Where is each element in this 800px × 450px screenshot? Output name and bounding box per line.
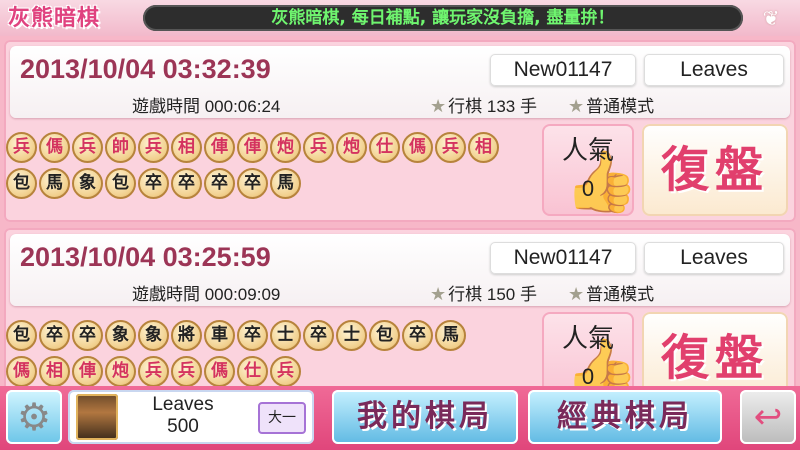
chess-piece: 仕 [237,356,268,387]
wings-icon: ❦ [762,6,780,30]
chess-piece: 卒 [237,168,268,199]
chess-piece: 俥 [72,356,103,387]
profile-name: Leaves [152,394,214,415]
rank-badge: 大一 [258,402,306,434]
chess-piece: 相 [39,356,70,387]
chess-piece: 炮 [105,356,136,387]
star-icon: ★ [430,284,447,304]
classic-games-button[interactable]: 經典棋局 [528,390,722,444]
game-duration: 遊戲時間 000:06:24 [132,97,281,116]
star-icon: ★ [568,96,585,116]
game-duration: 遊戲時間 000:09:09 [132,285,281,304]
chess-piece: 士 [270,320,301,351]
chess-piece: 兵 [270,356,301,387]
top-banner: 灰熊暗棋 灰熊暗棋, 每日補點, 讓玩家沒負擔, 盡量拚！ ❦ [0,0,800,36]
chess-piece: 卒 [237,320,268,351]
chess-piece: 兵 [6,132,37,163]
app-logo: 灰熊暗棋 [8,5,101,31]
chess-piece: 車 [204,320,235,351]
announcement-marquee: 灰熊暗棋, 每日補點, 讓玩家沒負擔, 盡量拚！ [143,5,743,31]
chess-piece: 兵 [303,132,334,163]
back-button[interactable]: ↩ [740,390,796,444]
moves-count: ★ 行棋 133 手 [430,96,537,116]
chess-piece: 卒 [204,168,235,199]
chess-piece: 卒 [171,168,202,199]
chess-piece: 傌 [204,356,235,387]
popularity-label: 人氣 [561,136,614,166]
chess-piece: 象 [72,168,103,199]
chess-piece: 兵 [138,356,169,387]
replay-button[interactable]: 復盤 [642,124,788,216]
chess-piece: 將 [171,320,202,351]
chess-piece: 兵 [171,356,202,387]
game-mode: ★ 普通模式 [568,284,655,304]
chess-piece: 象 [138,320,169,351]
player2-name: Leaves [644,242,784,274]
chess-piece: 馬 [435,320,466,351]
chess-piece: 傌 [6,356,37,387]
chess-piece: 卒 [402,320,433,351]
chess-piece: 卒 [72,320,103,351]
chess-piece: 包 [6,320,37,351]
chess-piece: 相 [468,132,499,163]
chess-piece: 兵 [435,132,466,163]
chess-piece: 帥 [105,132,136,163]
pieces-row: 傌相俥炮兵兵傌仕兵 [6,356,303,390]
chess-piece: 炮 [336,132,367,163]
game-record-card: 2013/10/04 03:32:39 遊戲時間 000:06:24 New01… [4,40,796,222]
chess-piece: 卒 [39,320,70,351]
chess-piece: 兵 [72,132,103,163]
chess-piece: 卒 [138,168,169,199]
star-icon: ★ [430,96,447,116]
chess-piece: 仕 [369,132,400,163]
settings-button[interactable]: ⚙ [6,390,62,444]
pieces-row: 包卒卒象象將車卒士卒士包卒馬 [6,320,468,354]
chess-piece: 炮 [270,132,301,163]
chess-piece: 傌 [39,132,70,163]
popularity-label: 人氣 [561,324,614,354]
moves-count: ★ 行棋 150 手 [430,284,537,304]
my-games-button[interactable]: 我的棋局 [332,390,518,444]
pieces-row: 包馬象包卒卒卒卒馬 [6,168,303,202]
chess-piece: 包 [369,320,400,351]
chess-piece: 卒 [303,320,334,351]
gear-icon: ⚙ [16,395,52,439]
chess-piece: 象 [105,320,136,351]
profile-score: 500 [167,416,199,437]
chess-piece: 馬 [39,168,70,199]
profile-panel[interactable]: Leaves 500 大一 [68,390,314,444]
player2-name: Leaves [644,54,784,86]
bottom-bar: ⚙ Leaves 500 大一 我的棋局 經典棋局 ↩ [0,386,800,450]
popularity-button[interactable]: 👍 人氣 0 [542,124,639,217]
pieces-row: 兵傌兵帥兵相俥俥炮兵炮仕傌兵相 [6,132,501,166]
game-mode: ★ 普通模式 [568,96,655,116]
avatar [76,394,118,440]
chess-piece: 包 [6,168,37,199]
chess-piece: 俥 [237,132,268,163]
chess-piece: 相 [171,132,202,163]
popularity-count: 0 [581,176,595,201]
chess-piece: 包 [105,168,136,199]
chess-piece: 傌 [402,132,433,163]
chess-piece: 兵 [138,132,169,163]
player1-name: New01147 [490,242,636,274]
chess-piece: 俥 [204,132,235,163]
game-datetime: 2013/10/04 03:25:59 [20,242,271,272]
game-record-header: 2013/10/04 03:32:39 遊戲時間 000:06:24 New01… [10,46,790,118]
chess-piece: 士 [336,320,367,351]
game-record-header: 2013/10/04 03:25:59 遊戲時間 000:09:09 New01… [10,234,790,306]
back-arrow-icon: ↩ [753,397,783,437]
game-record-card: 2013/10/04 03:25:59 遊戲時間 000:09:09 New01… [4,228,796,410]
star-icon: ★ [568,284,585,304]
player1-name: New01147 [490,54,636,86]
game-datetime: 2013/10/04 03:32:39 [20,54,271,84]
chess-piece: 馬 [270,168,301,199]
